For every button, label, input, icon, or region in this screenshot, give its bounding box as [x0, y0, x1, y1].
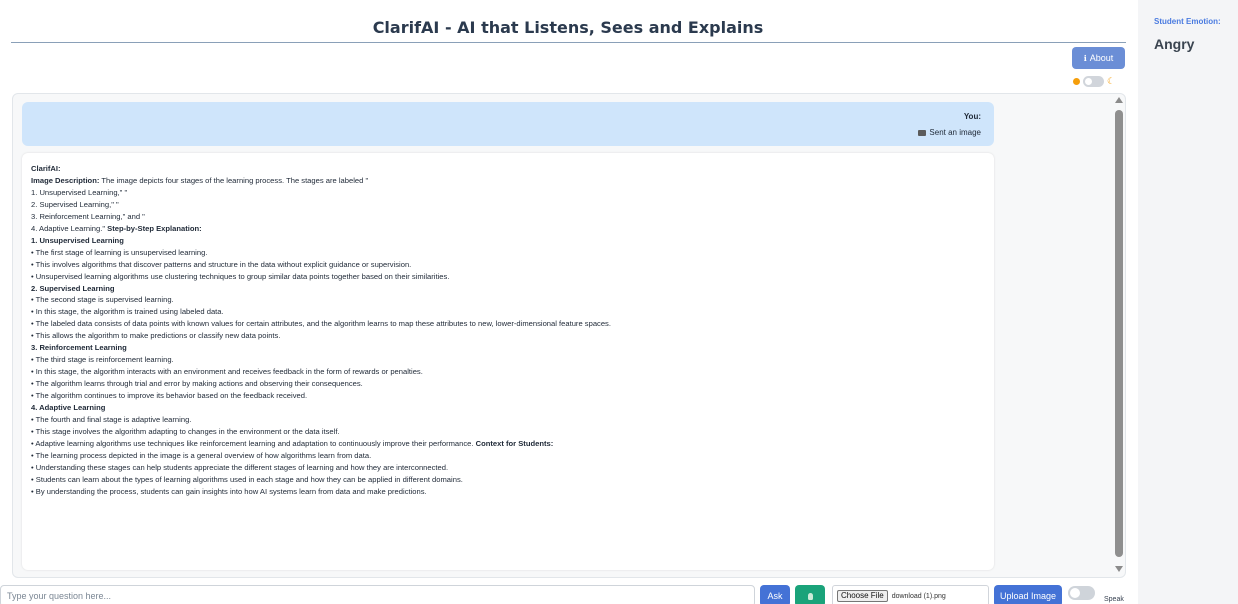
- message-line-text: • This allows the algorithm to make pred…: [31, 331, 281, 341]
- message-line-text: 3. Reinforcement Learning," and ": [31, 211, 145, 221]
- message-line: Image Description: The image depicts fou…: [31, 175, 986, 187]
- scrollbar-thumb[interactable]: [1115, 110, 1123, 557]
- message-line: • The labeled data consists of data poin…: [31, 318, 986, 330]
- message-line: 2. Supervised Learning: [31, 283, 986, 295]
- message-line-text: • Unsupervised learning algorithms use c…: [31, 271, 450, 281]
- info-icon: ℹ: [1083, 53, 1087, 63]
- message-line: 3. Reinforcement Learning: [31, 342, 986, 354]
- message-line: 1. Unsupervised Learning," ": [31, 187, 986, 199]
- chat-history[interactable]: You: Sent an image ClarifAI: Image Descri…: [12, 93, 1126, 578]
- message-line-text: • The algorithm continues to improve its…: [31, 391, 308, 401]
- message-line-text: • In this stage, the algorithm is traine…: [31, 307, 224, 317]
- message-line: 4. Adaptive Learning: [31, 402, 986, 414]
- message-line-text: • Understanding these stages can help st…: [31, 462, 449, 472]
- microphone-icon: [807, 592, 813, 600]
- message-line-text: • This involves algorithms that discover…: [31, 259, 412, 269]
- message-line: • This involves algorithms that discover…: [31, 259, 986, 271]
- speak-label: Speak: [1104, 596, 1124, 603]
- image-icon: [918, 129, 927, 136]
- message-line: • This stage involves the algorithm adap…: [31, 426, 986, 438]
- message-line: • The algorithm continues to improve its…: [31, 390, 986, 402]
- about-label: About: [1089, 53, 1114, 63]
- message-line-text: • By understanding the process, students…: [31, 486, 427, 496]
- assistant-message: ClarifAI: Image Description: The image de…: [22, 153, 994, 570]
- message-line-bold: 4. Adaptive Learning: [31, 403, 106, 413]
- user-message-text: Sent an image: [929, 128, 981, 137]
- message-line: • The second stage is supervised learnin…: [31, 294, 986, 306]
- about-button[interactable]: ℹ About: [1072, 47, 1125, 69]
- theme-switcher: ☾: [1073, 76, 1115, 87]
- selected-file-name: download (1).png: [891, 592, 946, 600]
- page-title: ClarifAI - AI that Listens, Sees and Exp…: [372, 18, 764, 37]
- message-line: ClarifAI:: [31, 163, 986, 175]
- message-line-bold: 3. Reinforcement Learning: [31, 343, 127, 353]
- message-line-text: • The learning process depicted in the i…: [31, 450, 372, 460]
- title-divider: [11, 42, 1126, 43]
- message-line: 1. Unsupervised Learning: [31, 235, 986, 247]
- message-line: • The fourth and final stage is adaptive…: [31, 414, 986, 426]
- message-line: • The first stage of learning is unsuper…: [31, 247, 986, 259]
- message-line: • This allows the algorithm to make pred…: [31, 330, 986, 342]
- message-line: 4. Adaptive Learning." Step-by-Step Expl…: [31, 223, 986, 235]
- emotion-sidebar: Student Emotion: Angry: [1138, 0, 1238, 604]
- message-line-bold: 1. Unsupervised Learning: [31, 235, 124, 245]
- message-line: • In this stage, the algorithm interacts…: [31, 366, 986, 378]
- message-line-text: • This stage involves the algorithm adap…: [31, 426, 340, 436]
- message-line-text: • The fourth and final stage is adaptive…: [31, 415, 192, 425]
- message-line-text: • Adaptive learning algorithms use techn…: [31, 438, 476, 448]
- message-line-bold: Context for Students:: [475, 438, 554, 448]
- message-line-text: • In this stage, the algorithm interacts…: [31, 367, 423, 377]
- message-line-text: • The second stage is supervised learnin…: [31, 295, 174, 305]
- question-input[interactable]: [0, 585, 755, 604]
- message-line: • The third stage is reinforcement learn…: [31, 354, 986, 366]
- message-line: • By understanding the process, students…: [31, 486, 986, 498]
- message-line: • The learning process depicted in the i…: [31, 450, 986, 462]
- message-line-bold: 2. Supervised Learning: [31, 283, 115, 293]
- message-line: • The algorithm learns through trial and…: [31, 378, 986, 390]
- file-input[interactable]: Choose File download (1).png: [832, 585, 989, 604]
- message-line-bold: Step-by-Step Explanation:: [107, 223, 202, 233]
- message-line: • Adaptive learning algorithms use techn…: [31, 438, 986, 450]
- message-line: 3. Reinforcement Learning," and ": [31, 211, 986, 223]
- message-line-text: • The first stage of learning is unsuper…: [31, 247, 208, 257]
- choose-file-button[interactable]: Choose File: [837, 590, 888, 602]
- scroll-down-arrow-icon[interactable]: [1115, 566, 1123, 572]
- message-line: • Students can learn about the types of …: [31, 474, 986, 486]
- message-line: 2. Supervised Learning," ": [31, 199, 986, 211]
- message-line: • In this stage, the algorithm is traine…: [31, 306, 986, 318]
- mic-button[interactable]: [795, 585, 825, 604]
- scroll-up-arrow-icon[interactable]: [1115, 97, 1123, 103]
- upload-image-button[interactable]: Upload Image: [994, 585, 1062, 604]
- emotion-label: Student Emotion:: [1154, 17, 1221, 26]
- user-label: You:: [963, 112, 981, 121]
- message-line-text: 4. Adaptive Learning.": [31, 223, 108, 233]
- sun-icon: [1073, 78, 1080, 85]
- speak-toggle[interactable]: [1068, 586, 1095, 600]
- chat-scrollbar[interactable]: [1112, 94, 1125, 577]
- message-line-bold: Image Description:: [31, 175, 100, 185]
- moon-icon: ☾: [1107, 76, 1116, 86]
- message-line-text: 2. Supervised Learning," ": [31, 199, 119, 209]
- main-panel: ClarifAI - AI that Listens, Sees and Exp…: [0, 0, 1138, 604]
- theme-toggle[interactable]: [1083, 76, 1104, 87]
- user-message: You: Sent an image: [22, 102, 994, 146]
- message-line: • Understanding these stages can help st…: [31, 462, 986, 474]
- emotion-value: Angry: [1154, 36, 1195, 52]
- message-line-text: 1. Unsupervised Learning," ": [31, 187, 128, 197]
- message-line-text: • The third stage is reinforcement learn…: [31, 355, 174, 365]
- message-line-text: • Students can learn about the types of …: [31, 474, 463, 484]
- message-line: • Unsupervised learning algorithms use c…: [31, 271, 986, 283]
- message-line-text: The image depicts four stages of the lea…: [99, 175, 369, 185]
- message-line-bold: ClarifAI:: [31, 164, 61, 173]
- message-line-text: • The labeled data consists of data poin…: [31, 319, 611, 329]
- ask-button[interactable]: Ask: [760, 585, 790, 604]
- message-line-text: • The algorithm learns through trial and…: [31, 379, 363, 389]
